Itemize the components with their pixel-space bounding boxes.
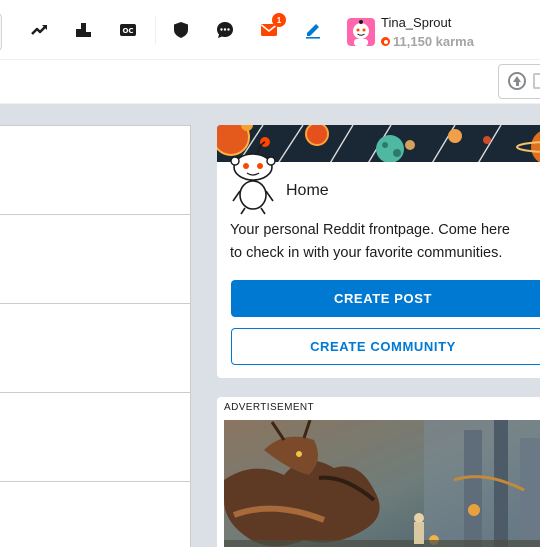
top-header: OC 1 Tina_Sprout 11,150 karma (0, 0, 540, 60)
home-desc-line: Your personal Reddit frontpage. Come her… (230, 222, 510, 238)
pencil-icon[interactable] (301, 18, 325, 42)
mail-badge: 1 (272, 13, 286, 27)
original-content-icon[interactable]: OC (116, 18, 140, 42)
post-feed (0, 125, 191, 547)
svg-text:OC: OC (122, 27, 133, 35)
header-divider (155, 16, 156, 44)
leaderboard-icon[interactable] (72, 18, 96, 42)
feed-separator (0, 392, 190, 393)
home-card-description: Your personal Reddit frontpage. Come her… (230, 219, 540, 265)
create-post-button[interactable]: CREATE POST (231, 280, 540, 317)
home-card-title: Home (286, 182, 329, 199)
upload-button[interactable] (498, 64, 540, 99)
chat-icon[interactable] (213, 18, 237, 42)
karma-text: 11,150 karma (393, 34, 474, 49)
username[interactable]: Tina_Sprout (381, 15, 451, 30)
karma-count: 11,150 karma (381, 34, 474, 49)
advertisement-label: ADVERTISEMENT (224, 402, 315, 413)
karma-icon (381, 37, 390, 46)
trending-icon[interactable] (28, 18, 52, 42)
feed-separator (0, 303, 190, 304)
advertisement-card: ADVERTISEMENT (217, 397, 540, 547)
home-card: Home Your personal Reddit frontpage. Com… (217, 125, 540, 378)
avatar[interactable] (347, 18, 375, 46)
shield-icon[interactable] (169, 18, 193, 42)
mail-icon[interactable]: 1 (257, 13, 286, 42)
upload-arrow-icon (508, 72, 526, 90)
sub-toolbar (0, 60, 540, 104)
search-bar-edge[interactable] (0, 12, 2, 52)
feed-separator (0, 214, 190, 215)
advertisement-image[interactable] (224, 420, 540, 547)
feed-separator (0, 481, 190, 482)
create-community-button[interactable]: CREATE COMMUNITY (231, 328, 540, 365)
tool-icon (533, 73, 540, 89)
home-desc-line: to check in with your favorite communiti… (230, 245, 503, 261)
snoo-mascot-icon (230, 137, 276, 215)
